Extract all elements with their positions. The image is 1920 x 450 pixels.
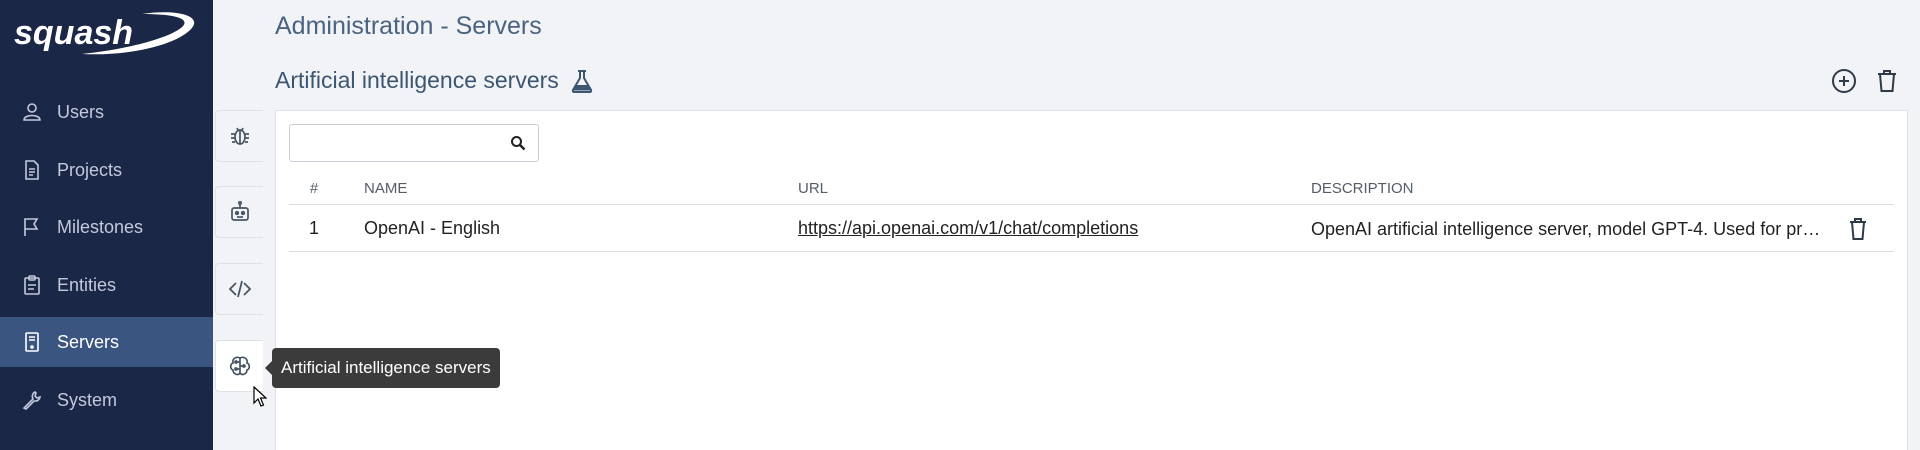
- sidebar-item-label: Milestones: [57, 216, 144, 237]
- tab-automation-servers[interactable]: [215, 186, 263, 238]
- column-header-description[interactable]: DESCRIPTION: [1311, 173, 1821, 204]
- add-server-button[interactable]: [1831, 68, 1857, 94]
- user-icon: [22, 102, 42, 122]
- sidebar-item-label: Servers: [57, 331, 120, 352]
- clipboard-icon: [22, 275, 42, 295]
- trash-icon: [1878, 70, 1896, 92]
- sidebar-item-system[interactable]: System: [0, 375, 213, 425]
- mouse-cursor-icon: [253, 386, 267, 407]
- server-icon: [22, 332, 42, 352]
- sidebar-item-label: Users: [57, 101, 105, 122]
- server-name[interactable]: OpenAI - English: [364, 206, 784, 251]
- section-title: Artificial intelligence servers: [275, 67, 593, 94]
- sidebar: squash Users Projects Milestones Entitie…: [0, 0, 213, 450]
- table-header: # NAME URL DESCRIPTION: [289, 173, 1894, 205]
- bug-icon: [230, 127, 249, 145]
- tab-bugtrackers[interactable]: [215, 110, 263, 162]
- sidebar-item-projects[interactable]: Projects: [0, 145, 213, 195]
- column-header-name[interactable]: NAME: [364, 173, 784, 204]
- flask-icon: [571, 69, 592, 93]
- sidebar-item-entities[interactable]: Entities: [0, 260, 213, 310]
- column-header-url[interactable]: URL: [798, 173, 1298, 204]
- sidebar-item-servers[interactable]: Servers: [0, 317, 213, 367]
- delete-servers-button[interactable]: [1874, 68, 1900, 94]
- wrench-icon: [22, 390, 42, 410]
- table-row[interactable]: 1 OpenAI - English https://api.openai.co…: [289, 206, 1894, 252]
- column-header-number[interactable]: #: [289, 173, 339, 204]
- sidebar-item-label: Entities: [57, 274, 117, 295]
- tooltip: Artificial intelligence servers: [265, 348, 500, 388]
- row-number: 1: [308, 218, 319, 238]
- plus-circle-icon: [1832, 69, 1856, 93]
- section-title-text: Artificial intelligence servers: [275, 67, 559, 93]
- server-url-link[interactable]: https://api.openai.com/v1/chat/completio…: [798, 206, 1298, 251]
- logo-text: squash: [14, 14, 133, 52]
- row-trash-icon[interactable]: [1847, 217, 1869, 241]
- sidebar-item-label: Projects: [57, 159, 123, 180]
- search-icon[interactable]: [510, 135, 526, 151]
- document-icon: [22, 160, 42, 180]
- sidebar-item-users[interactable]: Users: [0, 87, 213, 137]
- servers-panel: # NAME URL DESCRIPTION 1 OpenAI - Englis…: [275, 110, 1908, 450]
- sidebar-item-milestones[interactable]: Milestones: [0, 202, 213, 252]
- tab-ai-servers[interactable]: [215, 340, 263, 392]
- squash-logo[interactable]: squash: [12, 10, 202, 58]
- search-box[interactable]: [289, 124, 539, 162]
- flag-icon: [22, 217, 42, 237]
- page-title: Administration - Servers: [275, 12, 542, 40]
- server-description: OpenAI artificial intelligence server, m…: [1311, 219, 1821, 239]
- sidebar-item-label: System: [57, 389, 118, 410]
- tab-scm-servers[interactable]: [215, 263, 263, 315]
- robot-icon: [230, 200, 249, 221]
- code-icon: [228, 280, 251, 298]
- brain-icon: [229, 356, 250, 376]
- search-input[interactable]: [290, 125, 500, 161]
